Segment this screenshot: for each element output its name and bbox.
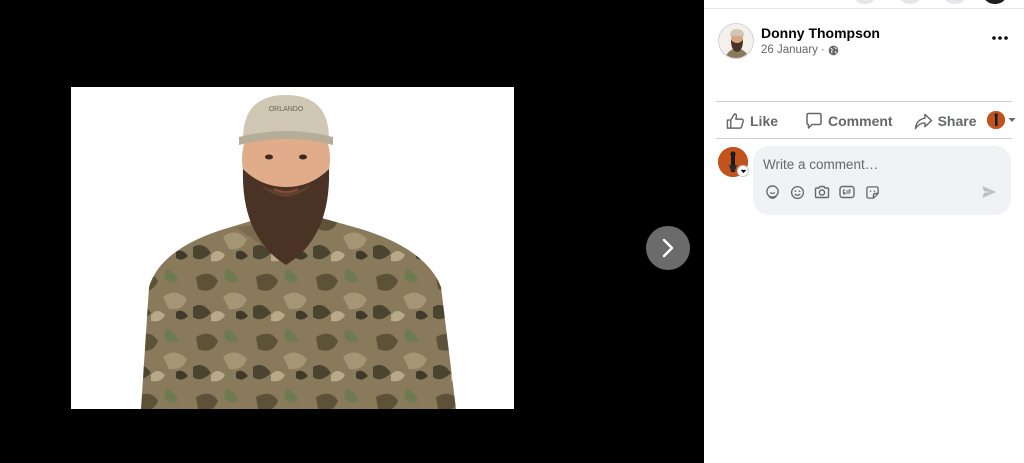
react-as-avatar [987, 111, 1005, 129]
avatar-sticker-icon [765, 184, 779, 199]
chevron-right-icon [662, 238, 674, 258]
comment-icon [806, 112, 822, 129]
send-icon [982, 186, 996, 198]
share-icon [914, 113, 932, 129]
author-avatar-image [719, 24, 753, 58]
post-author-name[interactable]: Donny Thompson [761, 25, 880, 41]
post-actions: Like Comment Share [716, 104, 1024, 138]
photo-viewer: ORLANDO [0, 0, 704, 463]
camera-icon [814, 185, 830, 199]
comment-button[interactable]: Comment [805, 112, 893, 130]
gif-button[interactable] [839, 184, 855, 200]
divider [716, 138, 1012, 139]
comment-tools [764, 184, 880, 200]
globe-icon [828, 45, 839, 55]
post-side-panel: Donny Thompson 26 January · Like Comment… [704, 0, 1024, 463]
chevron-down-icon [740, 169, 746, 173]
share-label: Share [937, 113, 977, 129]
strip-bump [899, 0, 921, 4]
avatar-switch-badge[interactable] [737, 165, 749, 177]
strip-bump [944, 0, 966, 4]
like-button[interactable]: Like [726, 112, 778, 130]
post-header: Donny Thompson 26 January · [718, 22, 1014, 62]
divider [716, 101, 1012, 102]
thumbs-up-icon [726, 113, 744, 129]
comment-composer [718, 146, 1014, 216]
comment-input[interactable] [763, 155, 999, 173]
share-button[interactable]: Share [914, 113, 977, 130]
strip-bump [984, 0, 1006, 4]
comment-box[interactable] [753, 146, 1011, 215]
emoji-button[interactable] [789, 184, 805, 200]
avatar-sticker-button[interactable] [764, 184, 780, 200]
send-comment-button[interactable] [981, 184, 999, 202]
emoji-icon [790, 185, 804, 199]
react-as-avatar-image [987, 111, 1005, 129]
more-options-button[interactable] [988, 28, 1012, 48]
author-avatar[interactable] [718, 23, 754, 59]
cap-logo-text: ORLANDO [269, 106, 304, 113]
next-photo-button[interactable] [646, 226, 690, 270]
post-date[interactable]: 26 January [761, 44, 818, 56]
more-options-icon [992, 36, 1008, 40]
gif-icon [839, 185, 855, 199]
post-photo[interactable]: ORLANDO [71, 87, 514, 409]
chevron-down-icon [1008, 118, 1016, 122]
meta-separator: · [820, 44, 825, 56]
comment-label: Comment [828, 113, 893, 129]
camera-button[interactable] [814, 184, 830, 200]
sticker-button[interactable] [864, 184, 880, 200]
post-meta: 26 January · [761, 44, 839, 56]
strip-bump [854, 0, 876, 4]
react-as-selector[interactable] [987, 111, 1016, 129]
top-strip [704, 0, 1024, 9]
like-label: Like [750, 113, 779, 129]
sticker-icon [865, 185, 879, 199]
man-portrait-image: ORLANDO [71, 87, 514, 409]
